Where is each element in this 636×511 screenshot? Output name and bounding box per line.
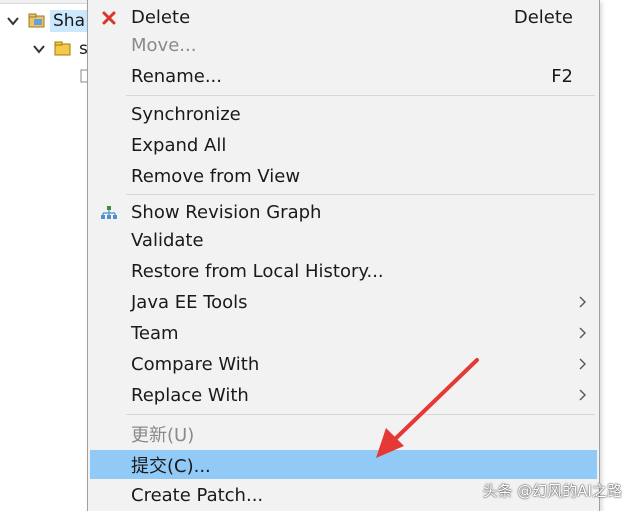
project-explorer-tree: Sha s <box>0 0 100 511</box>
menu-item-label: Remove from View <box>131 166 301 187</box>
tree-header-edge <box>0 0 100 4</box>
menu-item-label: Validate <box>131 230 204 251</box>
menu-item-restore-from-local-history[interactable]: Restore from Local History... <box>90 257 597 286</box>
tree-item-label: Sha <box>50 10 88 32</box>
shortcut-label: F2 <box>551 66 573 87</box>
menu-item-expand-all[interactable]: Expand All <box>90 131 597 160</box>
tree-item-project[interactable]: Sha <box>0 7 88 35</box>
menu-item-show-revision-graph[interactable]: Show Revision Graph <box>90 198 597 227</box>
chevron-right-icon <box>579 296 586 308</box>
tree-item-file[interactable] <box>0 62 90 90</box>
menu-item-label: Team <box>131 323 179 344</box>
menu-item-label: Expand All <box>131 135 227 156</box>
menu-item-commit[interactable]: 提交(C)... <box>90 450 597 479</box>
chevron-right-icon <box>579 389 586 401</box>
menu-item-label: Restore from Local History... <box>131 261 384 282</box>
menu-item-label: 更新(U) <box>131 424 195 446</box>
project-icon <box>28 13 45 28</box>
chevron-down-icon[interactable] <box>6 14 20 28</box>
menu-separator <box>126 414 595 415</box>
menu-item-label: Create Patch... <box>131 485 264 506</box>
delete-x-icon <box>102 11 116 25</box>
revision-graph-icon <box>101 206 117 219</box>
menu-separator <box>126 95 595 96</box>
menu-item-label: Java EE Tools <box>131 292 248 313</box>
menu-item-label: 提交(C)... <box>131 455 211 477</box>
context-menu: Delete Delete Move... Rename... F2 Synch… <box>87 0 600 511</box>
menu-item-label: Compare With <box>131 354 260 375</box>
menu-item-replace-with[interactable]: Replace With <box>90 381 597 410</box>
chevron-right-icon <box>579 358 586 370</box>
menu-item-delete[interactable]: Delete Delete <box>90 3 597 32</box>
menu-item-remove-from-view[interactable]: Remove from View <box>90 162 597 191</box>
tree-item-folder[interactable]: s <box>0 35 91 63</box>
menu-item-update[interactable]: 更新(U) <box>90 419 597 448</box>
chevron-down-icon[interactable] <box>32 42 46 56</box>
menu-item-label: Rename... <box>131 66 222 87</box>
menu-item-label: Synchronize <box>131 104 241 125</box>
menu-item-compare-with[interactable]: Compare With <box>90 350 597 379</box>
chevron-right-icon <box>579 327 586 339</box>
menu-item-label: Move... <box>131 35 197 56</box>
menu-item-team[interactable]: Team <box>90 319 597 348</box>
shortcut-label: Delete <box>513 7 573 28</box>
menu-item-synchronize[interactable]: Synchronize <box>90 100 597 129</box>
folder-icon <box>54 41 71 56</box>
watermark-text: 头条 @幻风的AI之路 <box>482 482 622 500</box>
menu-separator <box>126 194 595 195</box>
menu-item-java-ee-tools[interactable]: Java EE Tools <box>90 288 597 317</box>
menu-item-label: Show Revision Graph <box>131 202 322 223</box>
menu-item-label: Delete <box>131 7 191 28</box>
menu-item-validate[interactable]: Validate <box>90 226 597 255</box>
menu-item-move[interactable]: Move... <box>90 31 597 60</box>
menu-item-label: Replace With <box>131 385 249 406</box>
menu-item-rename[interactable]: Rename... F2 <box>90 62 597 91</box>
